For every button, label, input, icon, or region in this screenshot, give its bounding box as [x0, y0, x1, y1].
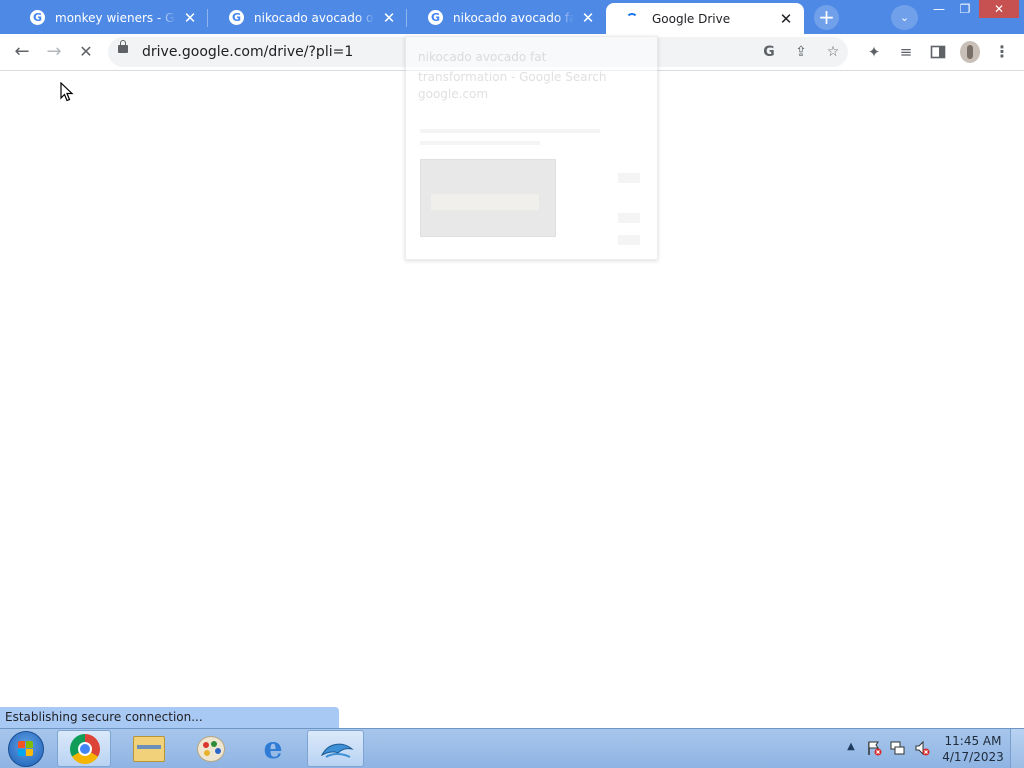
preview-line [618, 235, 640, 245]
tab-close-button[interactable]: ✕ [182, 10, 198, 26]
show-hidden-icons-button[interactable]: ▲ [845, 741, 857, 753]
tab-google-drive[interactable]: Google Drive ✕ [606, 3, 804, 34]
hover-card-domain: google.com [418, 87, 489, 101]
internet-explorer-icon: e [263, 731, 283, 766]
windows-logo-icon [18, 741, 34, 757]
loading-spinner-icon [626, 12, 638, 25]
restore-button[interactable]: ❐ [952, 0, 978, 18]
windows-explorer-icon [133, 736, 165, 762]
side-panel-icon[interactable] [926, 40, 950, 64]
action-center-flag-icon[interactable] [866, 740, 882, 756]
google-g-icon: G [428, 10, 443, 25]
taskbar-windows-explorer[interactable] [121, 730, 175, 767]
tab-nikocado-onlyfans[interactable]: G nikocado avocado onlyfans - Google Sea… [209, 3, 407, 32]
tab-title: nikocado avocado fat transformation - Go… [453, 10, 574, 25]
minimize-button[interactable]: — [927, 0, 951, 18]
chrome-icon [70, 734, 100, 764]
clock-date: 4/17/2023 [942, 750, 1004, 764]
tab-separator [406, 9, 407, 27]
show-desktop-button[interactable] [1010, 729, 1024, 768]
url-text[interactable]: drive.google.com/drive/?pli=1 [142, 44, 353, 60]
taskbar-paint[interactable] [183, 730, 237, 767]
tab-nikocado-transformation[interactable]: G nikocado avocado fat transformation - … [408, 3, 606, 32]
windows-taskbar: e ▲ 11:45 AM 4/17/2023 [0, 728, 1024, 768]
taskbar-chrome[interactable] [57, 730, 111, 767]
back-button[interactable]: ← [8, 38, 36, 66]
new-tab-button[interactable]: + [814, 5, 839, 30]
google-g-icon: G [229, 10, 244, 25]
preview-line [420, 129, 600, 133]
taskbar-dolphin-emulator[interactable] [307, 730, 364, 767]
preview-line [618, 213, 640, 223]
hover-card-preview-thumbnail [420, 159, 556, 237]
media-queue-icon[interactable]: ≡ [894, 40, 918, 64]
system-clock[interactable]: 11:45 AM 4/17/2023 [938, 733, 1008, 765]
tab-separator [207, 9, 208, 27]
tab-close-button[interactable]: ✕ [778, 11, 794, 27]
tab-close-button[interactable]: ✕ [580, 10, 596, 26]
extensions-puzzle-icon[interactable]: ✦ [862, 40, 886, 64]
profile-avatar[interactable] [960, 41, 980, 63]
window-close-button[interactable]: ✕ [979, 0, 1019, 18]
preview-line [420, 141, 540, 145]
status-bubble: Establishing secure connection... [0, 707, 339, 728]
volume-muted-icon[interactable] [914, 740, 930, 756]
tab-search-button[interactable]: ⌄ [891, 5, 918, 30]
start-button[interactable] [8, 731, 44, 767]
paint-icon [197, 736, 225, 762]
preview-line [618, 173, 640, 183]
google-g-icon: G [30, 10, 45, 25]
tab-monkey-wieners[interactable]: G monkey wieners - Google Search ✕ [10, 3, 208, 32]
tab-title: nikocado avocado onlyfans - Google Searc… [254, 10, 375, 25]
tab-strip: G monkey wieners - Google Search ✕ G nik… [0, 0, 1024, 34]
google-lens-icon[interactable]: G [758, 41, 780, 63]
share-icon[interactable]: ⇪ [790, 41, 812, 63]
clock-time: 11:45 AM [944, 734, 1002, 748]
forward-button[interactable]: → [40, 38, 68, 66]
tab-title: Google Drive [652, 11, 731, 26]
taskbar-internet-explorer[interactable]: e [245, 730, 299, 767]
network-icon[interactable] [890, 740, 906, 756]
hover-card-title: nikocado avocado fat transformation - Go… [418, 50, 607, 84]
tab-close-button[interactable]: ✕ [381, 10, 397, 26]
tab-title: monkey wieners - Google Search [55, 10, 176, 25]
dolphin-emulator-icon [320, 739, 354, 761]
lock-icon[interactable] [118, 40, 128, 53]
bookmark-star-icon[interactable]: ☆ [822, 41, 844, 63]
stop-loading-button[interactable]: ✕ [72, 38, 100, 66]
menu-kebab-icon[interactable]: ⋮ [990, 40, 1014, 64]
tab-hover-card: nikocado avocado fat transformation - Go… [405, 36, 658, 260]
